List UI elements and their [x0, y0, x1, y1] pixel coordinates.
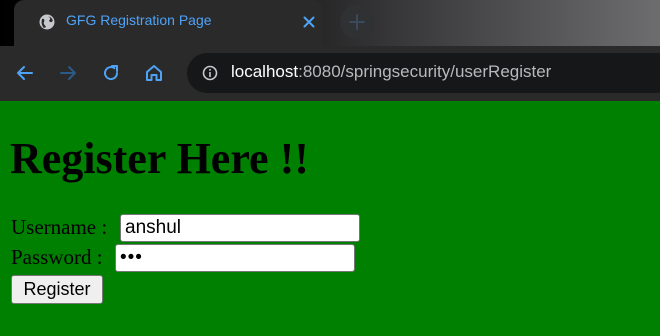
- tab-title: GFG Registration Page: [66, 12, 212, 28]
- toolbar: localhost:8080/springsecurity/userRegist…: [0, 46, 660, 101]
- username-input[interactable]: anshul: [120, 214, 360, 242]
- username-label: Username :: [11, 215, 108, 239]
- url-text: localhost:8080/springsecurity/userRegist…: [231, 62, 551, 82]
- url-path: :8080/springsecurity/userRegister: [298, 62, 552, 81]
- back-arrow-icon[interactable]: [15, 63, 35, 83]
- password-input[interactable]: •••: [115, 244, 355, 272]
- password-label: Password :: [11, 245, 103, 269]
- active-tab[interactable]: GFG Registration Page: [14, 0, 323, 46]
- url-host: localhost: [231, 62, 299, 81]
- globe-icon: [39, 14, 55, 30]
- new-tab-button[interactable]: [340, 5, 374, 39]
- page-title: Register Here !!: [10, 134, 309, 183]
- tab-strip: GFG Registration Page: [0, 0, 660, 46]
- plus-icon: [349, 14, 365, 30]
- page-content: Register Here !! Username : anshul Passw…: [0, 101, 660, 336]
- home-icon[interactable]: [144, 63, 164, 83]
- forward-arrow-icon[interactable]: [58, 63, 78, 83]
- browser-chrome: GFG Registration Page localhost:8080/spr…: [0, 0, 660, 101]
- register-button[interactable]: Register: [11, 275, 103, 304]
- reload-icon[interactable]: [101, 63, 121, 83]
- address-bar[interactable]: localhost:8080/springsecurity/userRegist…: [187, 53, 660, 93]
- close-icon[interactable]: [301, 14, 317, 30]
- info-icon[interactable]: [202, 65, 218, 81]
